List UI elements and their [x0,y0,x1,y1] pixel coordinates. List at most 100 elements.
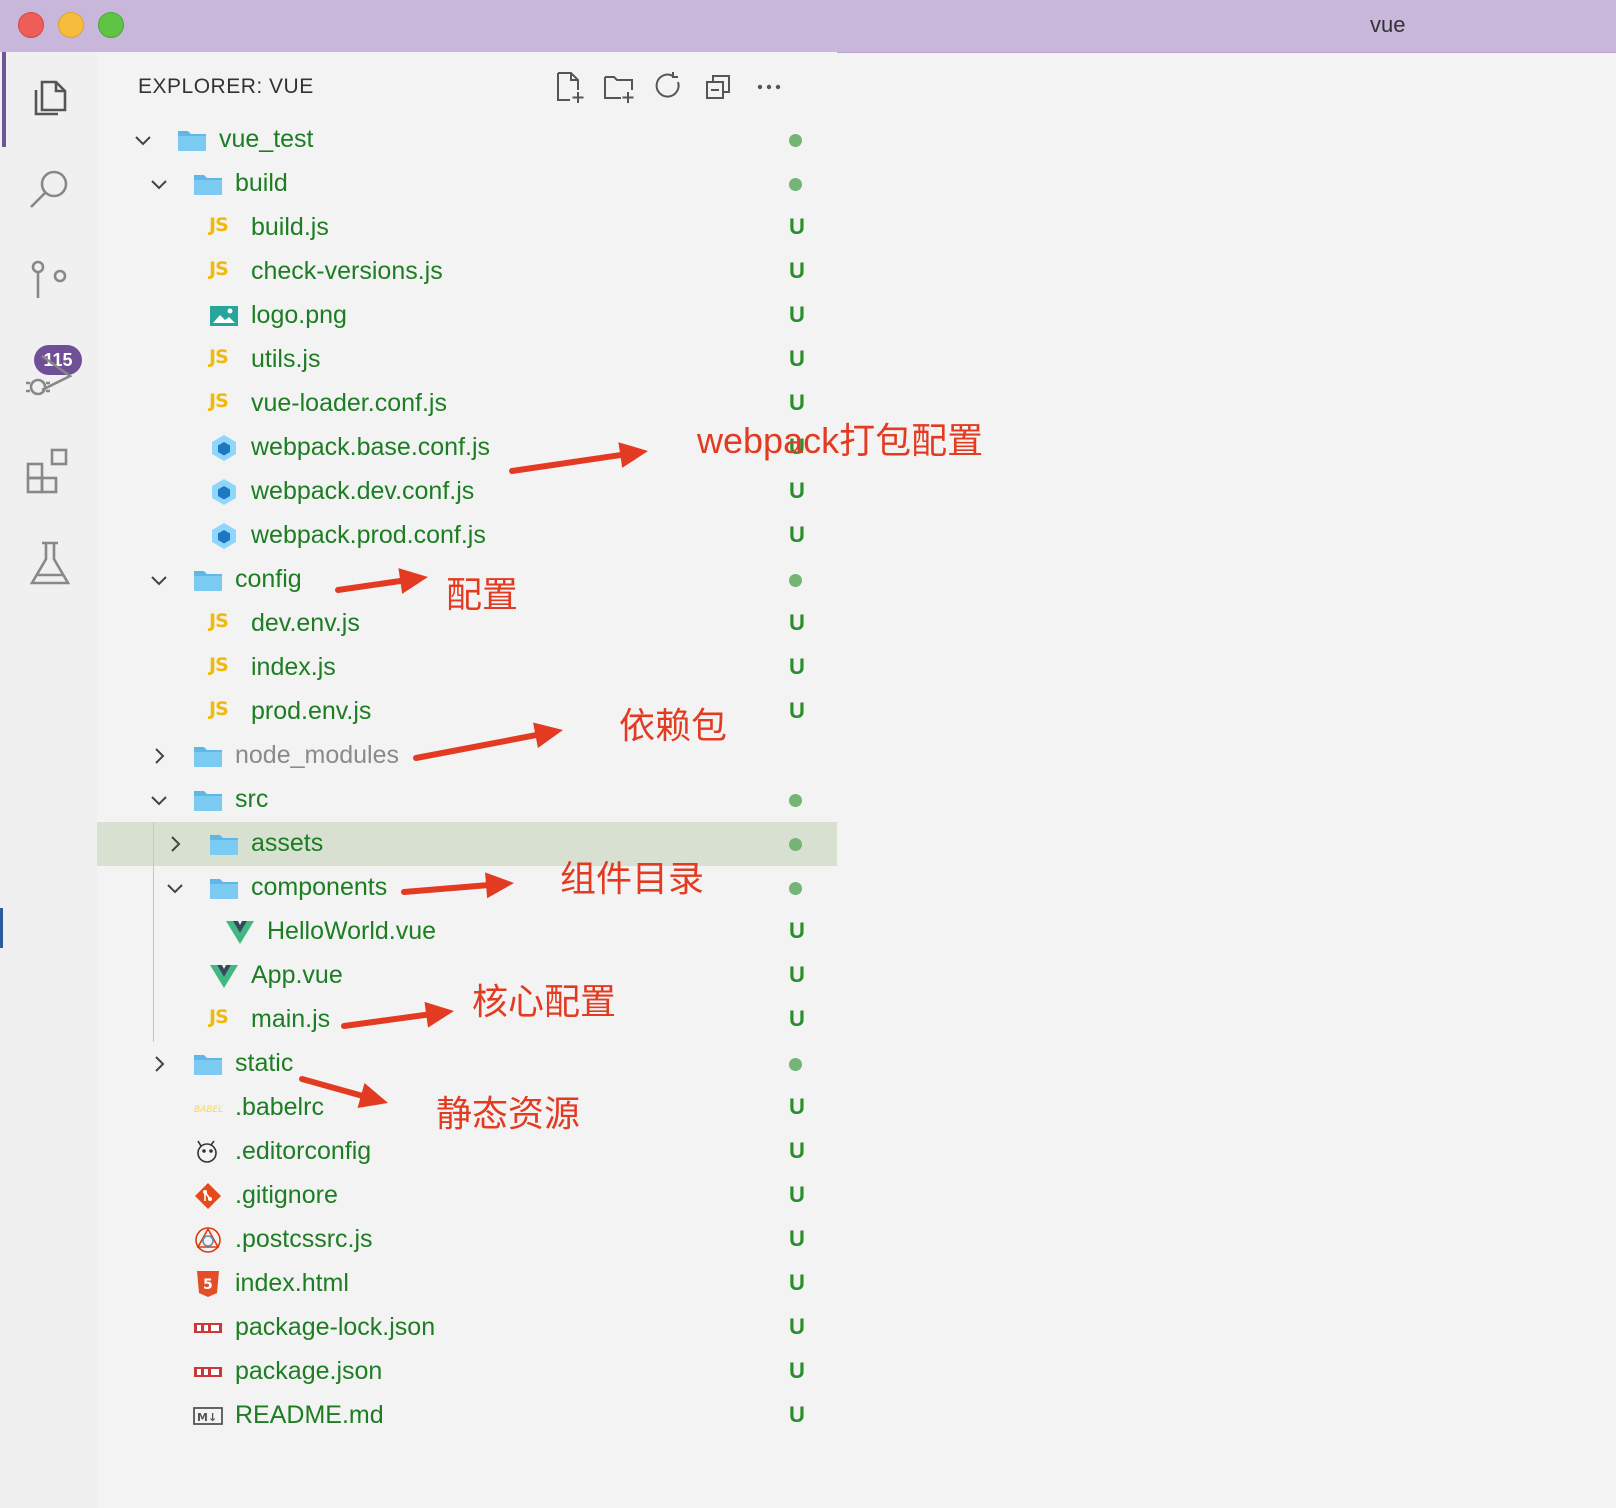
tree-item-label: README.md [235,1401,384,1429]
window-title: vue [1370,12,1406,37]
untracked-status: U [789,346,805,371]
tree-item-label: node_modules [235,741,400,769]
tree-file-row[interactable]: JS check-versions.js U [97,250,837,294]
tree-file-row[interactable]: JS utils.js U [97,338,837,382]
maximize-window-button[interactable] [98,12,124,38]
new-file-icon[interactable] [552,70,586,104]
tree-file-row[interactable]: webpack.prod.conf.js U [97,514,837,558]
modified-dot-indicator [789,838,802,851]
source-control-icon[interactable] [24,257,76,309]
tree-item-label: check-versions.js [251,257,443,285]
tree-file-row[interactable]: logo.png U [97,294,837,338]
tree-file-row[interactable]: 5 index.html U [97,1262,837,1306]
untracked-status: U [789,1182,805,1207]
tree-file-row[interactable]: M↓ README.md U [97,1394,837,1438]
postcss-file-icon [193,1226,223,1254]
svg-text:BABEL: BABEL [194,1105,223,1115]
testing-icon[interactable] [24,537,76,589]
tree-item-label: .gitignore [235,1181,338,1209]
tree-file-row[interactable]: .gitignore U [97,1174,837,1218]
search-icon[interactable] [24,164,76,216]
html-file-icon: 5 [193,1270,223,1298]
tree-folder-row[interactable]: build [97,162,837,206]
explorer-sidebar: EXPLORER: VUE vue_test build JS build.js U JS… [97,52,837,1508]
tree-item-label: static [235,1049,294,1077]
javascript-file-icon: JS [209,390,229,412]
tree-item-label: HelloWorld.vue [267,917,437,945]
annotation-note: 组件目录 [560,858,705,899]
explorer-title: EXPLORER: VUE [138,75,314,98]
tree-file-row[interactable]: JS main.js U [97,998,837,1042]
chevron-down-icon[interactable] [147,788,171,812]
folder-file-icon [193,1050,223,1078]
chevron-down-icon[interactable] [131,128,155,152]
tree-file-row[interactable]: JS build.js U [97,206,837,250]
tree-item-label: build [235,169,288,197]
tree-item-label: config [235,565,302,593]
untracked-status: U [789,1226,805,1251]
minimize-window-button[interactable] [58,12,84,38]
javascript-file-icon: JS [209,1006,229,1028]
tree-file-row[interactable]: App.vue U [97,954,837,998]
tree-item-label: webpack.base.conf.js [251,433,491,461]
chevron-right-icon[interactable] [163,832,187,856]
chevron-right-icon[interactable] [147,744,171,768]
tree-item-label: index.js [251,653,336,681]
indent-guide [153,822,154,1042]
tree-folder-row[interactable]: vue_test [97,118,837,162]
active-view-indicator [2,52,6,147]
run-debug-icon[interactable] [24,350,76,402]
annotation-note: 核心配置 [472,981,617,1022]
javascript-file-icon: JS [209,610,229,632]
modified-dot-indicator [789,178,802,191]
babel-file-icon: BABEL [193,1094,223,1122]
tree-item-label: package.json [235,1357,383,1385]
tree-file-row[interactable]: JS index.js U [97,646,837,690]
tree-folder-row[interactable]: src [97,778,837,822]
tree-item-label: assets [251,829,324,857]
webpack-file-icon [209,522,239,550]
tree-folder-row[interactable]: assets [97,822,837,866]
folder-file-icon [193,786,223,814]
tree-item-label: dev.env.js [251,609,360,637]
npm-file-icon [193,1314,223,1342]
javascript-file-icon: JS [209,654,229,676]
git-file-icon [193,1182,223,1210]
tree-file-row[interactable]: .postcssrc.js U [97,1218,837,1262]
extensions-icon[interactable] [24,444,76,496]
untracked-status: U [789,522,805,547]
vue-file-icon [209,962,239,990]
tree-file-row[interactable]: package-lock.json U [97,1306,837,1350]
npm-file-icon [193,1358,223,1386]
tree-item-label: components [251,873,388,901]
untracked-status: U [789,698,805,723]
close-window-button[interactable] [18,12,44,38]
tree-item-label: build.js [251,213,329,241]
new-folder-icon[interactable] [602,70,636,104]
tree-item-label: vue-loader.conf.js [251,389,447,417]
tree-file-row[interactable]: HelloWorld.vue U [97,910,837,954]
annotation-note: 静态资源 [436,1093,581,1134]
chevron-down-icon[interactable] [147,172,171,196]
chevron-down-icon[interactable] [163,876,187,900]
explorer-icon[interactable] [24,72,76,124]
untracked-status: U [789,1138,805,1163]
tree-folder-row[interactable]: components [97,866,837,910]
tree-folder-row[interactable]: static [97,1042,837,1086]
untracked-status: U [789,478,805,503]
untracked-status: U [789,654,805,679]
tree-item-label: .postcssrc.js [235,1225,373,1253]
javascript-file-icon: JS [209,346,229,368]
modified-dot-indicator [789,882,802,895]
more-actions-icon[interactable] [752,70,786,104]
svg-text:5: 5 [203,1277,213,1293]
tree-file-row[interactable]: webpack.dev.conf.js U [97,470,837,514]
chevron-down-icon[interactable] [147,568,171,592]
tree-file-row[interactable]: package.json U [97,1350,837,1394]
refresh-icon[interactable] [652,70,686,104]
untracked-status: U [789,918,805,943]
chevron-right-icon[interactable] [147,1052,171,1076]
modified-dot-indicator [789,134,802,147]
collapse-all-icon[interactable] [702,70,736,104]
annotation-note: 依赖包 [619,705,728,746]
